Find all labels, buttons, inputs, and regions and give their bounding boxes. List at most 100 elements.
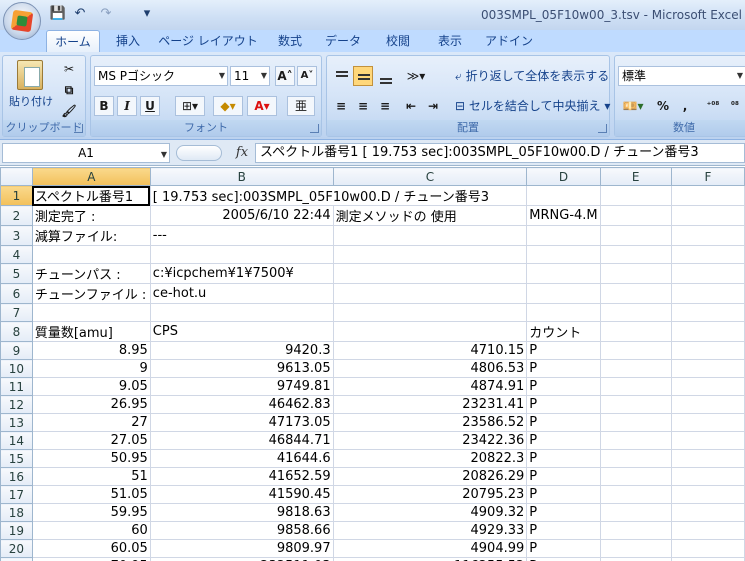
currency-icon[interactable]: 💴▾ [618,96,648,116]
alignment-launcher-icon[interactable] [598,124,607,133]
cell-a[interactable]: チューンパス : [31,263,151,284]
cell-b[interactable]: --- [149,225,334,246]
cell-e[interactable] [599,521,672,540]
cell-a[interactable]: 59.95 [31,503,151,522]
cell-a[interactable] [31,303,151,322]
cell-d[interactable] [526,283,601,304]
cell-a[interactable]: チューンファイル : [31,283,151,304]
cell-d[interactable]: MRNG-4.M [526,205,601,226]
cell-a[interactable]: 51 [31,467,151,486]
insert-function-icon[interactable]: fx [230,143,254,163]
row-header[interactable]: 21 [0,557,33,561]
cell-f[interactable] [670,321,745,342]
row-header[interactable]: 11 [0,377,33,396]
cell-c[interactable] [332,303,528,322]
cell-d[interactable]: P [526,377,601,396]
cell-c[interactable]: 4909.32 [332,503,528,522]
cell-c[interactable] [332,225,528,246]
cell-f[interactable] [670,185,745,206]
cell-d[interactable]: P [526,431,601,450]
row-header[interactable]: 1 [0,185,33,206]
cell-b[interactable]: 9613.05 [149,359,334,378]
number-format-select[interactable]: 標準 ▼ [618,66,745,86]
cell-e[interactable] [599,503,672,522]
cell-b[interactable]: 9749.81 [149,377,334,396]
cell-e[interactable] [599,263,672,284]
cell-d[interactable]: P [526,395,601,414]
select-all-corner[interactable] [0,167,33,186]
cell-f[interactable] [670,395,745,414]
row-header[interactable]: 14 [0,431,33,450]
cell-e[interactable] [599,395,672,414]
cell-e[interactable] [599,303,672,322]
align-left-icon[interactable]: ≡ [331,96,351,116]
cell-c[interactable]: 23586.52 [332,413,528,432]
cell-e[interactable] [599,431,672,450]
cell-d[interactable]: P [526,413,601,432]
cell-c[interactable]: 20795.23 [332,485,528,504]
customize-qat-icon[interactable]: ▾ [140,5,154,23]
column-header-b[interactable]: B [149,167,334,186]
cell-f[interactable] [670,377,745,396]
undo-icon[interactable]: ↶ [70,5,90,23]
grow-font-button[interactable]: A˄ [275,66,295,86]
cell-f[interactable] [670,413,745,432]
cell-f[interactable] [670,341,745,360]
cell-a[interactable]: 9 [31,359,151,378]
comma-button[interactable]: , [675,96,695,116]
row-header[interactable]: 10 [0,359,33,378]
cell-b[interactable]: 9818.63 [149,503,334,522]
cell-e[interactable] [599,185,672,206]
cell-c[interactable]: 4904.99 [332,539,528,558]
cell-a[interactable]: 減算ファイル: [31,225,151,246]
tab-home[interactable]: ホーム [46,30,100,52]
copy-icon[interactable]: ⧉ [59,80,79,100]
cell-a[interactable]: 27 [31,413,151,432]
cell-f[interactable] [670,431,745,450]
bold-button[interactable]: B [94,96,114,116]
cell-e[interactable] [599,245,672,264]
cell-a[interactable] [31,245,151,264]
underline-button[interactable]: U [140,96,160,116]
cell-c[interactable] [332,245,528,264]
cell-e[interactable] [599,485,672,504]
cell-b[interactable] [149,245,334,264]
column-header-d[interactable]: D [526,167,601,186]
cell-c[interactable]: 20826.29 [332,467,528,486]
cell-b[interactable]: 41652.59 [149,467,334,486]
cell-c[interactable]: 23422.36 [332,431,528,450]
tab-insert[interactable]: 挿入 [108,30,148,52]
tab-page-layout[interactable]: ページ レイアウト [158,30,258,52]
tab-data[interactable]: データ [320,30,366,52]
cell-f[interactable] [670,467,745,486]
formula-input[interactable]: スペクトル番号1 [ 19.753 sec]:003SMPL_05F10w00.… [255,143,745,163]
cell-a[interactable]: 51.05 [31,485,151,504]
cell-f[interactable] [670,503,745,522]
cell-a[interactable]: 60.05 [31,539,151,558]
tab-addins[interactable]: アドイン [482,30,536,52]
row-header[interactable]: 4 [0,245,33,264]
row-header[interactable]: 2 [0,205,33,226]
decrease-decimal-icon[interactable]: ⁰⁸ [725,96,745,116]
cell-e[interactable] [599,539,672,558]
align-right-icon[interactable]: ≡ [375,96,395,116]
row-header[interactable]: 20 [0,539,33,558]
cell-f[interactable] [670,557,745,561]
cell-f[interactable] [670,539,745,558]
cell-a[interactable]: 26.95 [31,395,151,414]
row-header[interactable]: 18 [0,503,33,522]
cell-a[interactable]: スペクトル番号1 [31,185,151,206]
row-header[interactable]: 13 [0,413,33,432]
row-header[interactable]: 15 [0,449,33,468]
cell-d[interactable] [526,303,601,322]
cell-d[interactable]: P [526,557,601,561]
cell-a[interactable]: 27.05 [31,431,151,450]
cell-f[interactable] [670,225,745,246]
shrink-font-button[interactable]: A˅ [297,66,317,86]
align-bottom-icon[interactable] [375,66,395,86]
cell-b[interactable]: 2005/6/10 22:44 [149,205,334,226]
cell-c[interactable] [332,263,528,284]
cell-d[interactable]: P [526,359,601,378]
font-color-icon[interactable]: A▾ [247,96,277,116]
cell-c[interactable] [332,283,528,304]
